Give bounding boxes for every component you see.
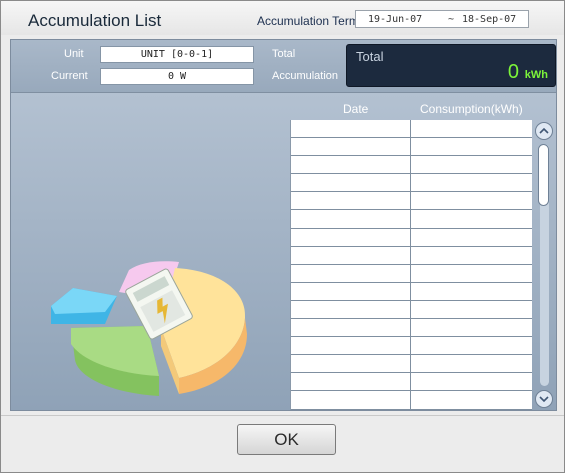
current-value-field: 0 W	[100, 68, 254, 85]
scroll-up-icon[interactable]	[535, 122, 553, 140]
consumption-cell	[411, 174, 532, 191]
consumption-cell	[411, 210, 532, 227]
date-cell	[291, 373, 411, 391]
date-cell	[291, 355, 411, 373]
date-cell	[291, 138, 411, 156]
date-cell	[291, 264, 411, 282]
main-panel: Unit UNIT [0-0-1] Current 0 W Total Accu…	[10, 39, 557, 411]
date-cell	[291, 282, 411, 300]
date-cell	[291, 391, 411, 409]
table-row[interactable]	[291, 282, 532, 301]
total-box-label: Total	[356, 49, 384, 64]
date-cell	[291, 228, 411, 246]
consumption-cell	[411, 120, 532, 137]
date-cell	[291, 300, 411, 319]
consumption-cell	[411, 301, 532, 318]
consumption-cell	[411, 265, 532, 282]
term-start-date: 19-Jun-07	[368, 13, 423, 25]
consumption-cell	[411, 192, 532, 209]
accumulation-table	[290, 120, 532, 410]
total-accumulation-display: Total 0 kWh	[346, 44, 556, 87]
table-row[interactable]	[291, 246, 532, 265]
total-label-line2: Accumulation	[272, 70, 339, 82]
term-end-date: 18-Sep-07	[462, 13, 517, 25]
consumption-cell	[411, 156, 532, 173]
date-cell	[291, 156, 411, 174]
scroll-thumb[interactable]	[538, 144, 549, 206]
consumption-cell	[411, 229, 532, 246]
date-cell	[291, 246, 411, 264]
column-header-date: Date	[343, 102, 369, 116]
date-cell	[291, 337, 411, 355]
consumption-cell	[411, 391, 532, 408]
table-row[interactable]	[291, 120, 532, 139]
date-cell	[291, 192, 411, 210]
total-unit: kWh	[524, 69, 548, 81]
accumulation-term-field[interactable]: 19-Jun-07 ~ 18-Sep-07	[355, 10, 529, 28]
title-bar: Accumulation List Accumulation Term 19-J…	[1, 1, 564, 35]
divider	[1, 415, 564, 416]
table-row[interactable]	[291, 138, 532, 157]
table-row[interactable]	[291, 264, 532, 283]
consumption-cell	[411, 319, 532, 336]
ok-button[interactable]: OK	[237, 424, 336, 455]
consumption-cell	[411, 373, 532, 390]
table-row[interactable]	[291, 228, 532, 247]
content-area: Date Consumption(kWh)	[11, 93, 556, 410]
consumption-cell	[411, 283, 532, 300]
unit-value-field: UNIT [0-0-1]	[100, 46, 254, 63]
total-value: 0	[507, 61, 519, 83]
consumption-cell	[411, 355, 532, 372]
date-cell	[291, 174, 411, 192]
date-cell	[291, 319, 411, 337]
accumulation-term-label: Accumulation Term	[257, 14, 359, 28]
window-title: Accumulation List	[28, 11, 162, 30]
table-row[interactable]	[291, 192, 532, 211]
table-row[interactable]	[291, 319, 532, 338]
consumption-cell	[411, 138, 532, 155]
table-row[interactable]	[291, 337, 532, 356]
accumulation-list-window: Accumulation List Accumulation Term 19-J…	[0, 0, 565, 473]
table-row[interactable]	[291, 156, 532, 175]
consumption-cell	[411, 247, 532, 264]
total-label-line1: Total	[272, 48, 296, 60]
unit-label: Unit	[64, 48, 84, 60]
column-header-consumption: Consumption(kWh)	[420, 102, 523, 116]
current-label: Current	[51, 70, 88, 82]
table-row[interactable]	[291, 391, 532, 410]
info-row: Unit UNIT [0-0-1] Current 0 W Total Accu…	[11, 40, 556, 93]
scroll-down-icon[interactable]	[535, 390, 553, 408]
table-row[interactable]	[291, 355, 532, 374]
table-row[interactable]	[291, 300, 532, 320]
table-row[interactable]	[291, 210, 532, 229]
date-cell	[291, 210, 411, 228]
table-row[interactable]	[291, 373, 532, 392]
term-separator: ~	[447, 13, 455, 25]
table-scrollbar[interactable]	[533, 120, 555, 410]
pie-chart-icon	[51, 261, 247, 396]
date-cell	[291, 120, 411, 138]
table-row[interactable]	[291, 174, 532, 193]
consumption-cell	[411, 337, 532, 354]
